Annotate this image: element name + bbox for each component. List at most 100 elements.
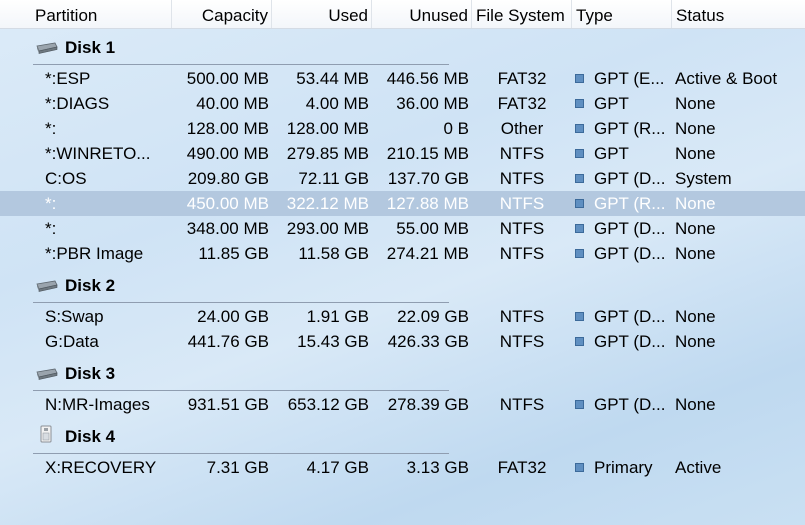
partition-status: None xyxy=(675,194,716,213)
partition-name: G:Data xyxy=(45,332,99,351)
column-header-unused[interactable]: Unused xyxy=(372,0,472,28)
partition-capacity: 11.85 GB xyxy=(198,244,269,263)
partition-unused: 22.09 GB xyxy=(397,307,469,326)
partition-row[interactable]: *: 128.00 MB 128.00 MB 0 B Other GPT (R... Non… xyxy=(0,116,805,141)
partition-unused: 36.00 MB xyxy=(396,94,469,113)
partition-type-square-icon xyxy=(575,74,584,83)
partition-row[interactable]: X:RECOVERY 7.31 GB 4.17 GB 3.13 GB FAT32 Prim… xyxy=(0,455,805,480)
partition-capacity: 490.00 MB xyxy=(186,144,269,163)
disk-name: Disk 2 xyxy=(65,276,116,295)
partition-type: GPT (D... xyxy=(594,395,666,414)
partition-file-system: NTFS xyxy=(499,395,545,414)
partition-used: 15.43 GB xyxy=(297,332,369,351)
partition-unused: 55.00 MB xyxy=(396,219,469,238)
partition-type: GPT (D... xyxy=(594,332,666,351)
partition-type: GPT (R... xyxy=(594,194,666,213)
disk-group-header[interactable]: Disk 3 xyxy=(0,357,805,391)
partition-unused: 137.70 GB xyxy=(387,169,469,188)
partition-name: C:OS xyxy=(45,169,87,188)
partition-unused: 274.21 MB xyxy=(386,244,469,263)
disk-group-header[interactable]: Disk 1 xyxy=(0,31,805,65)
partition-capacity: 40.00 MB xyxy=(196,94,269,113)
partition-unused: 127.88 MB xyxy=(386,194,469,213)
column-header-type[interactable]: Type xyxy=(572,0,672,28)
partition-file-system: NTFS xyxy=(499,332,545,351)
partition-unused: 426.33 GB xyxy=(387,332,469,351)
disk-group-header[interactable]: Disk 4 xyxy=(0,420,805,454)
partition-row[interactable]: C:OS 209.80 GB 72.11 GB 137.70 GB NTFS GPT (D… xyxy=(0,166,805,191)
disk-group-header[interactable]: Disk 2 xyxy=(0,269,805,303)
partition-file-system: NTFS xyxy=(499,219,545,238)
column-header-status[interactable]: Status xyxy=(672,0,805,28)
partition-type: GPT (E... xyxy=(594,69,665,88)
partition-status: None xyxy=(675,395,716,414)
partition-type: GPT (R... xyxy=(594,119,666,138)
partition-name: N:MR-Images xyxy=(45,395,150,414)
column-header-capacity[interactable]: Capacity xyxy=(172,0,272,28)
partition-name: *:DIAGS xyxy=(45,94,110,113)
partition-used: 293.00 MB xyxy=(286,219,369,238)
partition-row[interactable]: *:ESP 500.00 MB 53.44 MB 446.56 MB FAT32 GPT … xyxy=(0,66,805,91)
partition-row[interactable]: N:MR-Images 931.51 GB 653.12 GB 278.39 GB NT… xyxy=(0,392,805,417)
partition-capacity: 931.51 GB xyxy=(187,395,269,414)
partition-type: GPT xyxy=(594,144,629,163)
partition-unused: 446.56 MB xyxy=(386,69,469,88)
partition-type: GPT xyxy=(594,94,629,113)
usb-drive-icon xyxy=(38,425,54,448)
partition-type-square-icon xyxy=(575,312,584,321)
column-header-bar: Partition Capacity Used Unused File Syst… xyxy=(0,0,805,29)
partition-type: GPT (D... xyxy=(594,169,666,188)
partition-status: None xyxy=(675,244,716,263)
partition-type: GPT (D... xyxy=(594,244,666,263)
column-header-partition[interactable]: Partition xyxy=(31,0,172,28)
partition-name: *:PBR Image xyxy=(45,244,144,263)
partition-file-system: Other xyxy=(500,119,544,138)
partition-status: Active xyxy=(675,458,722,477)
partition-row[interactable]: *: 450.00 MB 322.12 MB 127.88 MB NTFS GPT (R.… xyxy=(0,191,805,216)
partition-file-system: NTFS xyxy=(499,244,545,263)
partition-status: None xyxy=(675,307,716,326)
partition-name: *: xyxy=(45,219,57,238)
column-header-used[interactable]: Used xyxy=(272,0,372,28)
partition-status: None xyxy=(675,94,716,113)
partition-row[interactable]: *:WINRETO... 490.00 MB 279.85 MB 210.15 MB N… xyxy=(0,141,805,166)
partition-name: *: xyxy=(45,119,57,138)
partition-row[interactable]: *:PBR Image 11.85 GB 11.58 GB 274.21 MB NTFS… xyxy=(0,241,805,266)
partition-type-square-icon xyxy=(575,99,584,108)
partition-status: Active & Boot xyxy=(675,69,778,88)
partition-type-square-icon xyxy=(575,224,584,233)
partition-status: System xyxy=(675,169,732,188)
partition-row[interactable]: *:DIAGS 40.00 MB 4.00 MB 36.00 MB FAT32 GPT No… xyxy=(0,91,805,116)
partition-name: *:WINRETO... xyxy=(45,144,151,163)
partition-type-square-icon xyxy=(575,124,584,133)
partition-type-square-icon xyxy=(575,174,584,183)
disk-name: Disk 3 xyxy=(65,364,116,383)
column-header-file-system[interactable]: File System xyxy=(472,0,572,28)
partition-type-square-icon xyxy=(575,199,584,208)
partition-type: GPT (D... xyxy=(594,307,666,326)
partition-unused: 278.39 GB xyxy=(387,395,469,414)
partition-row[interactable]: G:Data 441.76 GB 15.43 GB 426.33 GB NTFS GPT … xyxy=(0,329,805,354)
partition-type-square-icon xyxy=(575,149,584,158)
partition-used: 4.17 GB xyxy=(306,458,369,477)
partition-used: 53.44 MB xyxy=(296,69,369,88)
partition-row[interactable]: *: 348.00 MB 293.00 MB 55.00 MB NTFS GPT (D..… xyxy=(0,216,805,241)
partition-file-system: NTFS xyxy=(499,194,545,213)
partition-used: 1.91 GB xyxy=(306,307,369,326)
partition-file-system: NTFS xyxy=(499,144,545,163)
partition-row[interactable]: S:Swap 24.00 GB 1.91 GB 22.09 GB NTFS GPT (D.… xyxy=(0,304,805,329)
partition-capacity: 441.76 GB xyxy=(187,332,269,351)
partition-file-system: NTFS xyxy=(499,169,545,188)
partition-file-system: FAT32 xyxy=(497,458,547,477)
disk-name: Disk 1 xyxy=(65,38,116,57)
partition-capacity: 348.00 MB xyxy=(186,219,269,238)
partition-type-square-icon xyxy=(575,400,584,409)
partition-unused: 3.13 GB xyxy=(406,458,469,477)
disk-divider xyxy=(33,453,449,454)
partition-type: GPT (D... xyxy=(594,219,666,238)
partition-capacity: 24.00 GB xyxy=(197,307,269,326)
partition-file-system: FAT32 xyxy=(497,94,547,113)
partition-type-square-icon xyxy=(575,337,584,346)
partition-type-square-icon xyxy=(575,463,584,472)
partition-type-square-icon xyxy=(575,249,584,258)
